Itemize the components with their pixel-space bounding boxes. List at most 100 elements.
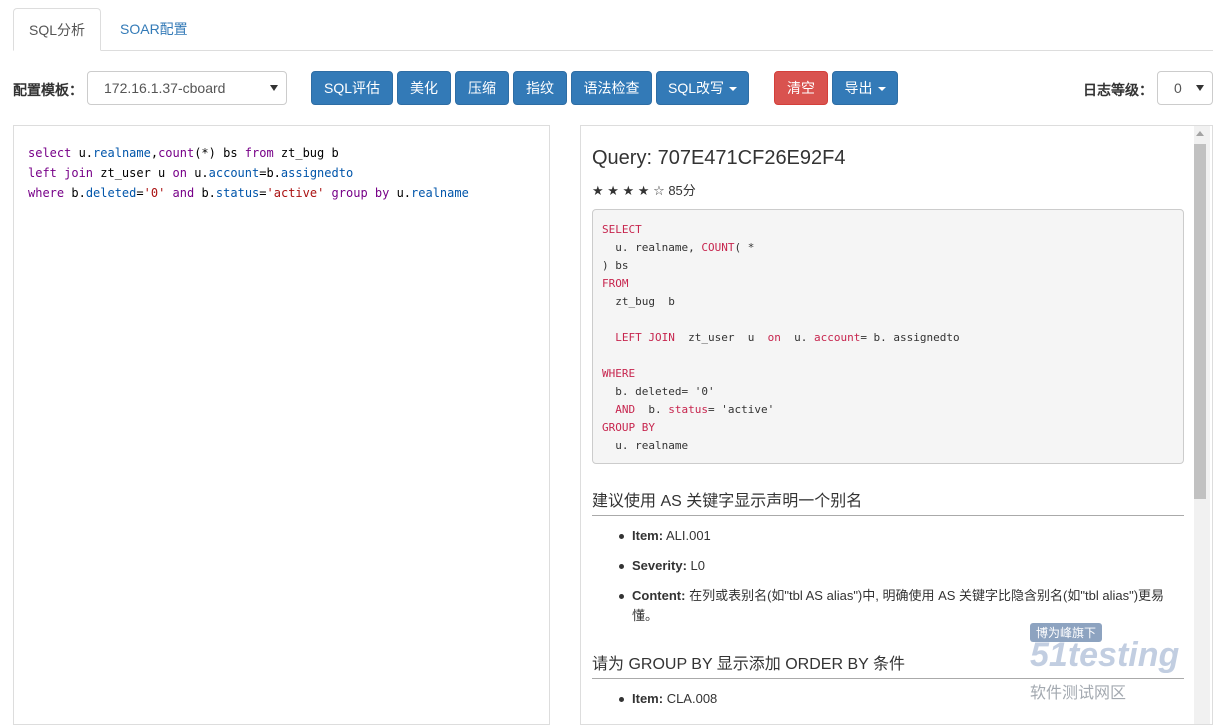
sql-token: WHERE [602, 367, 636, 380]
severity-value: L0 [690, 558, 706, 573]
rating-stars: ★ ★ ★ ★ ☆ 85分 [592, 183, 696, 198]
caret-down-icon [877, 87, 886, 92]
code-token: = [259, 186, 267, 200]
code-token: zt_user u [93, 166, 173, 180]
sql-token: on [767, 331, 781, 344]
code-token: account [208, 166, 260, 180]
code-token: left join [28, 166, 94, 180]
clear-button[interactable]: 清空 [774, 71, 828, 105]
sql-token: SELECT [602, 223, 642, 236]
tab-sql-analysis[interactable]: SQL分析 [13, 8, 102, 51]
fingerprint-button[interactable]: 指纹 [513, 71, 567, 105]
sql-token: = b. assignedto [860, 331, 960, 344]
code-token: group by [331, 186, 390, 200]
sql-token: COUNT [701, 241, 735, 254]
code-token: zt_bug b [273, 146, 339, 160]
bullet-icon [619, 564, 624, 569]
code-token: u. [186, 166, 209, 180]
syntax-check-button[interactable]: 语法检查 [571, 71, 652, 105]
template-label: 配置模板： [13, 82, 83, 98]
sql-token: ( * [734, 241, 755, 254]
scrollbar-thumb[interactable] [1194, 144, 1206, 499]
result-panel: Query: 707E471CF26E92F4 ★ ★ ★ ★ ☆ 85分 SE… [580, 125, 1213, 725]
tab-bar: SQL分析 SOAR配置 [13, 8, 1213, 51]
bullet-icon [619, 534, 624, 539]
template-select-value: 172.16.1.37-cboard [104, 80, 226, 96]
code-token: where [28, 186, 65, 200]
content-label: Content: [632, 588, 686, 603]
code-token: 'active' [266, 186, 325, 200]
sql-token: zt_user u [674, 331, 768, 344]
scrollbar[interactable] [1194, 126, 1210, 724]
query-title: Query: 707E471CF26E92F4 [592, 147, 846, 169]
sql-editor[interactable]: select u.realname,count(*) bs from zt_bu… [13, 125, 550, 725]
code-token: realname [411, 186, 469, 200]
item-value: ALI.001 [665, 528, 711, 543]
code-token: count [158, 146, 195, 160]
sql-token: GROUP BY [602, 421, 655, 434]
sql-token: FROM [602, 277, 629, 290]
compress-button[interactable]: 压缩 [455, 71, 509, 105]
sql-token: u. realname [602, 439, 689, 452]
sql-evaluate-button[interactable]: SQL评估 [311, 71, 393, 105]
advice-heading: 建议使用 AS 关键字显示声明一个别名 [592, 487, 1184, 516]
advice-severity: Severity: L0 [619, 556, 1182, 576]
log-level-value: 0 [1174, 80, 1182, 96]
code-token: , [150, 146, 159, 160]
scroll-up-arrow-icon[interactable] [1196, 131, 1204, 136]
log-level-select[interactable]: 0 [1157, 71, 1213, 105]
code-token: status [215, 186, 260, 200]
beautify-button[interactable]: 美化 [397, 71, 451, 105]
code-token: '0' [143, 186, 166, 200]
item-label: Item: [632, 528, 664, 543]
chevron-down-icon [1196, 85, 1204, 91]
sql-rewrite-button[interactable]: SQL改写 [656, 71, 749, 105]
formatted-sql-block: SELECT u. realname, COUNT( * ) bs FROM z… [592, 209, 1184, 464]
bullet-icon [619, 594, 624, 599]
export-button[interactable]: 导出 [832, 71, 898, 105]
code-token: deleted [85, 186, 137, 200]
sql-token: status [668, 403, 708, 416]
code-token: from [244, 146, 274, 160]
sql-rewrite-label: SQL改写 [667, 80, 724, 96]
advice-item: Item: ALI.001 [619, 526, 1182, 546]
tab-soar-config[interactable]: SOAR配置 [105, 8, 203, 50]
code-token: on [172, 166, 187, 180]
code-token: u. [71, 146, 94, 160]
sql-token: AND [615, 403, 636, 416]
chevron-down-icon [270, 85, 278, 91]
code-token: realname [93, 146, 151, 160]
sql-token: b. deleted= '0' [602, 385, 715, 398]
code-token: u. [389, 186, 412, 200]
sql-token: account [813, 331, 861, 344]
code-token: b. [64, 186, 86, 200]
sql-token: u. [780, 331, 814, 344]
sql-token: b. [635, 403, 669, 416]
code-token: assignedto [280, 166, 354, 180]
caret-down-icon [729, 87, 737, 92]
sql-token: ) bs [602, 259, 629, 272]
item-label: Item: [632, 691, 664, 706]
code-token: =b. [259, 166, 281, 180]
log-level-label: 日志等级： [1083, 82, 1153, 98]
sql-token: u. realname, [602, 241, 702, 254]
template-select[interactable]: 172.16.1.37-cboard [87, 71, 287, 105]
code-token: = [136, 186, 144, 200]
advice-content: Content: 在列或表别名(如"tbl AS alias")中, 明确使用 … [619, 586, 1182, 626]
content-value: 在列或表别名(如"tbl AS alias")中, 明确使用 AS 关键字比隐含… [632, 588, 1165, 623]
severity-label: Severity: [632, 558, 687, 573]
sql-editor-code: select u.realname,count(*) bs from zt_bu… [28, 143, 469, 203]
export-label: 导出 [844, 80, 873, 96]
sql-token: zt_bug b [602, 295, 675, 308]
watermark-text: 软件测试网区 [1030, 685, 1127, 702]
code-token: and [172, 186, 195, 200]
code-token: (*) bs [194, 146, 245, 160]
code-token: b. [194, 186, 216, 200]
item-value: CLA.008 [666, 691, 718, 706]
code-token: select [28, 146, 72, 160]
sql-token: = 'active' [708, 403, 775, 416]
